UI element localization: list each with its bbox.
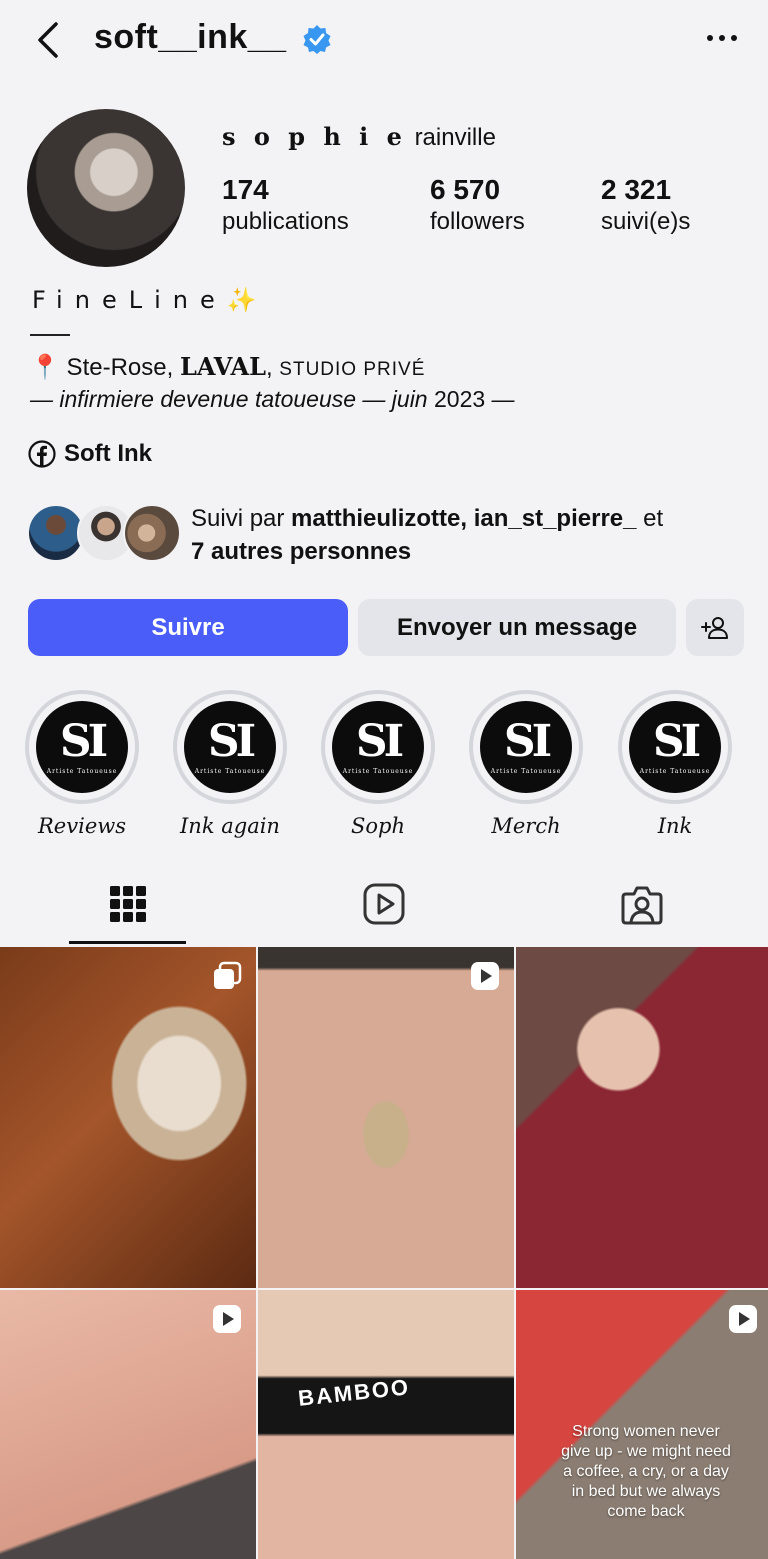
stat-followers[interactable]: 6 570 followers xyxy=(430,174,525,236)
bio-location-text: Ste-Rose, xyxy=(59,354,180,381)
highlight-cover: SI Artiste Tatoueuse xyxy=(629,701,721,793)
post-thumbnail[interactable] xyxy=(258,947,514,1288)
bio-title: FineLine✨ xyxy=(32,286,257,314)
stat-value: 174 xyxy=(222,174,269,205)
highlight-logo: SI xyxy=(207,715,256,767)
post-thumbnail[interactable] xyxy=(0,947,256,1288)
bio-tagline: — infirmiere devenue tatoueuse — juin 20… xyxy=(30,386,515,413)
stat-label: publications xyxy=(222,208,349,235)
bio-location: 📍 Ste-Rose, LAVAL, STUDIO PRIVÉ xyxy=(30,352,425,382)
bio-title-text: FineLine xyxy=(32,286,227,314)
highlight-logo-sub: Artiste Tatoueuse xyxy=(194,767,266,775)
highlight-logo-sub: Artiste Tatoueuse xyxy=(490,767,562,775)
carousel-icon xyxy=(214,961,242,989)
send-message-button[interactable]: Envoyer un message xyxy=(358,599,676,656)
active-tab-indicator xyxy=(69,941,186,944)
story-highlight[interactable]: SI Artiste Tatoueuse Ink again xyxy=(173,690,287,838)
profile-avatar[interactable] xyxy=(27,109,185,267)
reel-icon xyxy=(729,1305,757,1333)
followed-by-others: 7 autres personnes xyxy=(191,538,412,565)
post-thumbnail[interactable] xyxy=(0,1290,256,1559)
highlight-cover: SI Artiste Tatoueuse xyxy=(184,701,276,793)
display-name: s o p h i e rainville xyxy=(222,122,496,152)
tab-reels-icon[interactable] xyxy=(362,882,406,926)
highlight-cover: SI Artiste Tatoueuse xyxy=(480,701,572,793)
add-person-icon xyxy=(701,616,728,639)
stat-label: suivi(e)s xyxy=(601,208,691,235)
post-overlay-text: Strong women never give up - we might ne… xyxy=(561,1423,731,1520)
avatar xyxy=(123,504,181,562)
tab-tagged-icon[interactable] xyxy=(620,882,664,926)
highlight-cover: SI Artiste Tatoueuse xyxy=(36,701,128,793)
tab-posts-grid-icon[interactable] xyxy=(106,882,150,926)
post-overlay-text: BAMBOO xyxy=(296,1374,412,1411)
highlight-cover: SI Artiste Tatoueuse xyxy=(332,701,424,793)
location-pin-icon: 📍 xyxy=(30,354,60,381)
mutual-followers-avatars[interactable] xyxy=(27,504,181,564)
top-bar: soft__ink__ xyxy=(0,0,768,80)
highlight-ring: SI Artiste Tatoueuse xyxy=(173,690,287,804)
verified-badge-icon xyxy=(303,25,331,54)
highlight-label: Ink xyxy=(657,814,693,838)
bio-tagline-year: 2023 xyxy=(434,386,486,412)
highlight-logo: SI xyxy=(59,715,108,767)
profile-tabs xyxy=(0,870,768,946)
sparkle-icon: ✨ xyxy=(226,286,257,314)
post-thumbnail[interactable] xyxy=(516,947,768,1288)
highlight-logo: SI xyxy=(355,715,404,767)
highlight-logo-sub: Artiste Tatoueuse xyxy=(46,767,118,775)
post-thumbnail[interactable]: Strong women never give up - we might ne… xyxy=(516,1290,768,1559)
facebook-link[interactable]: Soft Ink xyxy=(28,440,152,468)
suggested-users-button[interactable] xyxy=(686,599,744,656)
stat-label: followers xyxy=(430,208,525,235)
bio-location-studio: STUDIO PRIVÉ xyxy=(279,359,426,380)
highlight-logo-sub: Artiste Tatoueuse xyxy=(342,767,414,775)
facebook-link-label: Soft Ink xyxy=(64,440,152,467)
highlight-label: Ink again xyxy=(180,814,280,838)
bio-location-sep: , xyxy=(265,354,280,381)
stat-value: 6 570 xyxy=(430,174,501,205)
followed-by-text[interactable]: Suivi par matthieulizotte, ian_st_pierre… xyxy=(191,502,751,568)
highlight-logo: SI xyxy=(503,715,552,767)
more-options-icon[interactable] xyxy=(704,28,740,48)
highlight-ring: SI Artiste Tatoueuse xyxy=(321,690,435,804)
highlight-ring: SI Artiste Tatoueuse xyxy=(25,690,139,804)
profile-username: soft__ink__ xyxy=(94,18,287,56)
stat-publications[interactable]: 174 publications xyxy=(222,174,349,236)
story-highlight[interactable]: SI Artiste Tatoueuse Ink xyxy=(618,690,732,838)
highlight-ring: SI Artiste Tatoueuse xyxy=(469,690,583,804)
follow-button[interactable]: Suivre xyxy=(28,599,348,656)
reel-icon xyxy=(471,962,499,990)
facebook-icon xyxy=(28,440,56,468)
stat-following[interactable]: 2 321 suivi(e)s xyxy=(601,174,690,236)
stat-value: 2 321 xyxy=(601,174,672,205)
story-highlight[interactable]: SI Artiste Tatoueuse Merch xyxy=(469,690,583,838)
back-arrow-icon[interactable] xyxy=(34,20,64,60)
highlight-ring: SI Artiste Tatoueuse xyxy=(618,690,732,804)
display-name-first: s o p h i e xyxy=(222,122,407,151)
post-thumbnail[interactable]: BAMBOO xyxy=(258,1290,514,1559)
story-highlight[interactable]: SI Artiste Tatoueuse Soph xyxy=(321,690,435,838)
story-highlight[interactable]: SI Artiste Tatoueuse Reviews xyxy=(25,690,139,838)
bio-location-city: LAVAL xyxy=(179,352,266,381)
display-name-last: rainville xyxy=(414,124,496,151)
followed-by-prefix: Suivi par xyxy=(191,505,292,532)
highlight-label: Soph xyxy=(351,814,405,838)
bio-tagline-end: — xyxy=(485,386,515,412)
bio-divider xyxy=(30,334,70,336)
highlight-label: Reviews xyxy=(38,814,126,838)
reel-icon xyxy=(213,1305,241,1333)
followed-by-names: matthieulizotte, ian_st_pierre_ xyxy=(291,505,637,532)
bio-tagline-text: — infirmiere devenue tatoueuse — juin xyxy=(30,386,434,412)
highlight-label: Merch xyxy=(491,814,561,838)
followed-by-connector: et xyxy=(636,505,664,532)
highlight-logo: SI xyxy=(652,715,701,767)
highlight-logo-sub: Artiste Tatoueuse xyxy=(639,767,711,775)
